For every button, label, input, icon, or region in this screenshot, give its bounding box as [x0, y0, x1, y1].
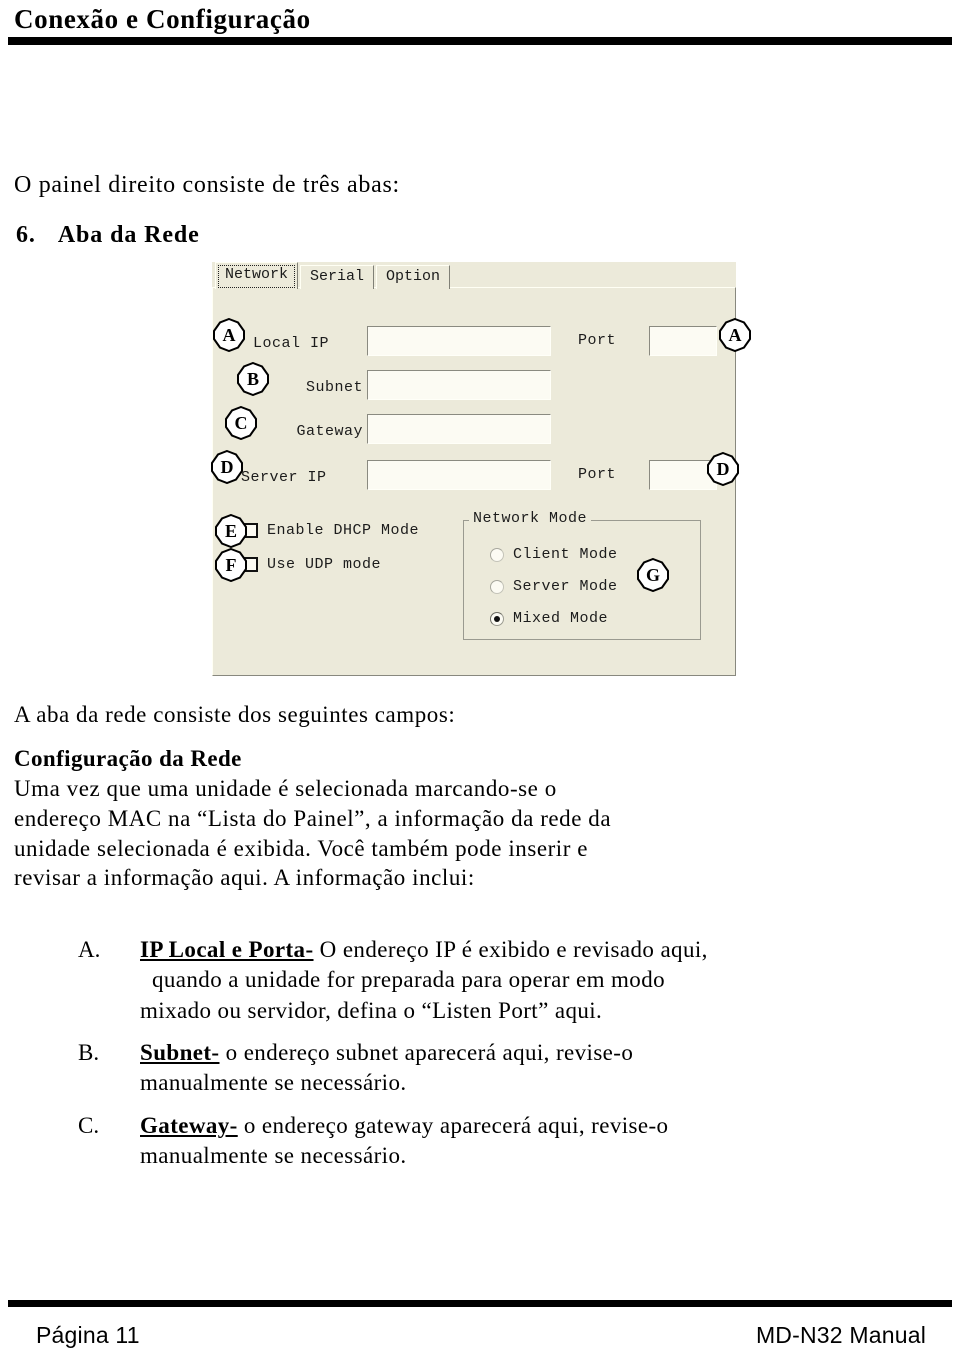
section-number: 6. [16, 222, 36, 249]
input-port-top[interactable] [649, 326, 717, 356]
lead-line: A aba da rede consiste dos seguintes cam… [14, 702, 456, 727]
list-item-text: o endereço subnet aparecerá aqui, revise… [219, 1040, 634, 1066]
callout-a-left: A [212, 318, 246, 352]
row-server-ip: Server IP [241, 462, 327, 492]
callout-d-left: D [210, 450, 244, 484]
tab-serial[interactable]: Serial [300, 264, 375, 289]
input-gateway[interactable] [367, 414, 551, 444]
paragraph-line-4: revisar a informação aqui. A informação … [14, 865, 475, 891]
label-mixed-mode: Mixed Mode [513, 610, 609, 627]
callout-d-left-letter: D [220, 456, 234, 477]
list-item-marker: A. [78, 937, 101, 962]
section-title: Aba da Rede [57, 222, 200, 249]
callout-b: B [236, 362, 270, 396]
radio-server-mode[interactable] [490, 579, 504, 594]
radio-row-client-mode[interactable]: Client Mode [490, 546, 618, 563]
list-item-text: o endereço gateway aparecerá aqui, revis… [237, 1112, 669, 1138]
radio-row-server-mode[interactable]: Server Mode [490, 578, 618, 595]
callout-c: C [224, 406, 258, 440]
list-item: C. Gateway- o endereço gateway aparecerá… [0, 1111, 960, 1172]
callout-e: E [214, 514, 248, 548]
section-heading: 6. Aba da Rede [0, 222, 960, 249]
list-item-line: manualmente se necessário. [140, 1070, 407, 1096]
radio-client-mode[interactable] [490, 547, 504, 562]
callout-a-left-letter: A [222, 324, 236, 345]
callout-d-right-letter: D [716, 458, 730, 479]
groupbox-legend: Network Mode [470, 510, 591, 527]
page-footer: Página 11 MD-N32 Manual [0, 1276, 960, 1368]
focus-ring [218, 264, 296, 288]
footer-divider [8, 1300, 952, 1307]
list-item-line: Gateway- o endereço gateway aparecerá aq… [140, 1111, 960, 1141]
list-item-body: Gateway- o endereço gateway aparecerá aq… [0, 1111, 960, 1172]
label-server-mode: Server Mode [513, 578, 618, 595]
network-tab-screenshot: Network Serial Option Local IP Port Subn… [210, 261, 751, 676]
callout-b-letter: B [246, 368, 259, 389]
label-local-ip: Local IP [253, 334, 330, 352]
list-item: B. Subnet- o endereço subnet aparecerá a… [0, 1038, 960, 1099]
label-port-top: Port [578, 332, 617, 349]
callout-c-letter: C [234, 412, 248, 433]
radio-row-mixed-mode[interactable]: Mixed Mode [490, 610, 608, 627]
list-item: A. IP Local e Porta- O endereço IP é exi… [0, 935, 960, 1026]
page-header: Conexão e Configuração [0, 0, 960, 46]
input-local-ip[interactable] [367, 326, 551, 356]
intro-text: O painel direito consiste de três abas: [14, 172, 400, 198]
callout-g-letter: G [645, 564, 660, 585]
list-item-text: O endereço IP é exibido e revisado aqui, [313, 937, 708, 962]
list-item-lead: IP Local e Porta- [140, 937, 314, 962]
row-gateway: Gateway [253, 416, 363, 446]
list-item-lead: Subnet- [140, 1040, 220, 1066]
tab-serial-label: Serial [310, 267, 365, 285]
tab-page-network: Local IP Port Subnet Gateway Server IP P… [212, 287, 736, 676]
list-item-line: Subnet- o endereço subnet aparecerá aqui… [140, 1038, 960, 1068]
intro-block: O painel direito consiste de três abas: … [0, 170, 960, 249]
callout-f: F [214, 548, 248, 582]
page-title: Conexão e Configuração [14, 4, 311, 34]
tab-strip: Network Serial Option [215, 261, 452, 289]
paragraph-line-2: endereço MAC na “Lista do Painel”, a inf… [14, 805, 612, 831]
tab-option[interactable]: Option [376, 264, 451, 289]
paragraph-line-3: unidade selecionada é exibida. Você tamb… [14, 835, 588, 861]
config-dialog: Network Serial Option Local IP Port Subn… [212, 261, 736, 676]
list-item-marker: C. [78, 1112, 100, 1138]
callout-d-right: D [706, 452, 740, 486]
tab-option-label: Option [386, 267, 441, 285]
list-item-line: mixado ou servidor, defina o “Listen Por… [140, 997, 603, 1023]
paragraph-line-1: Uma vez que uma unidade é selecionada ma… [14, 775, 557, 801]
body-prose: A aba da rede consiste dos seguintes cam… [0, 700, 960, 893]
field-description-list: A. IP Local e Porta- O endereço IP é exi… [0, 935, 960, 1184]
label-enable-dhcp: Enable DHCP Mode [267, 522, 420, 539]
callout-f-letter: F [225, 554, 237, 575]
list-item-line: manualmente se necessário. [140, 1143, 407, 1169]
header-divider [8, 37, 952, 46]
list-item-lead: Gateway- [140, 1112, 238, 1138]
label-use-udp: Use UDP mode [267, 556, 382, 573]
label-server-ip: Server IP [241, 468, 327, 486]
subheading-network-config: Configuração da Rede [14, 745, 242, 771]
callout-g: G [636, 558, 670, 592]
list-item-body: Subnet- o endereço subnet aparecerá aqui… [0, 1038, 960, 1099]
list-item-line: IP Local e Porta- O endereço IP é exibid… [140, 935, 960, 965]
callout-a-right-letter: A [728, 324, 742, 345]
input-subnet[interactable] [367, 370, 551, 400]
input-server-ip[interactable] [367, 460, 551, 490]
tab-network[interactable]: Network [215, 261, 299, 289]
label-gateway: Gateway [296, 422, 363, 440]
callout-e-letter: E [224, 520, 237, 541]
checkbox-row-dhcp[interactable]: Enable DHCP Mode [243, 522, 419, 539]
label-port-bottom: Port [578, 466, 617, 483]
footer-manual-name: MD-N32 Manual [755, 1322, 926, 1348]
list-item-line: quando a unidade for preparada para oper… [152, 967, 665, 993]
list-item-marker: B. [78, 1040, 100, 1066]
footer-row: Página 11 MD-N32 Manual [0, 1322, 960, 1349]
label-client-mode: Client Mode [513, 546, 618, 563]
checkbox-row-udp[interactable]: Use UDP mode [243, 556, 381, 573]
footer-page-number: Página 11 [36, 1322, 140, 1348]
row-local-ip: Local IP [253, 328, 363, 358]
radio-mixed-mode[interactable] [490, 611, 504, 626]
callout-a-right: A [718, 318, 752, 352]
list-item-body: IP Local e Porta- O endereço IP é exibid… [0, 935, 960, 1026]
